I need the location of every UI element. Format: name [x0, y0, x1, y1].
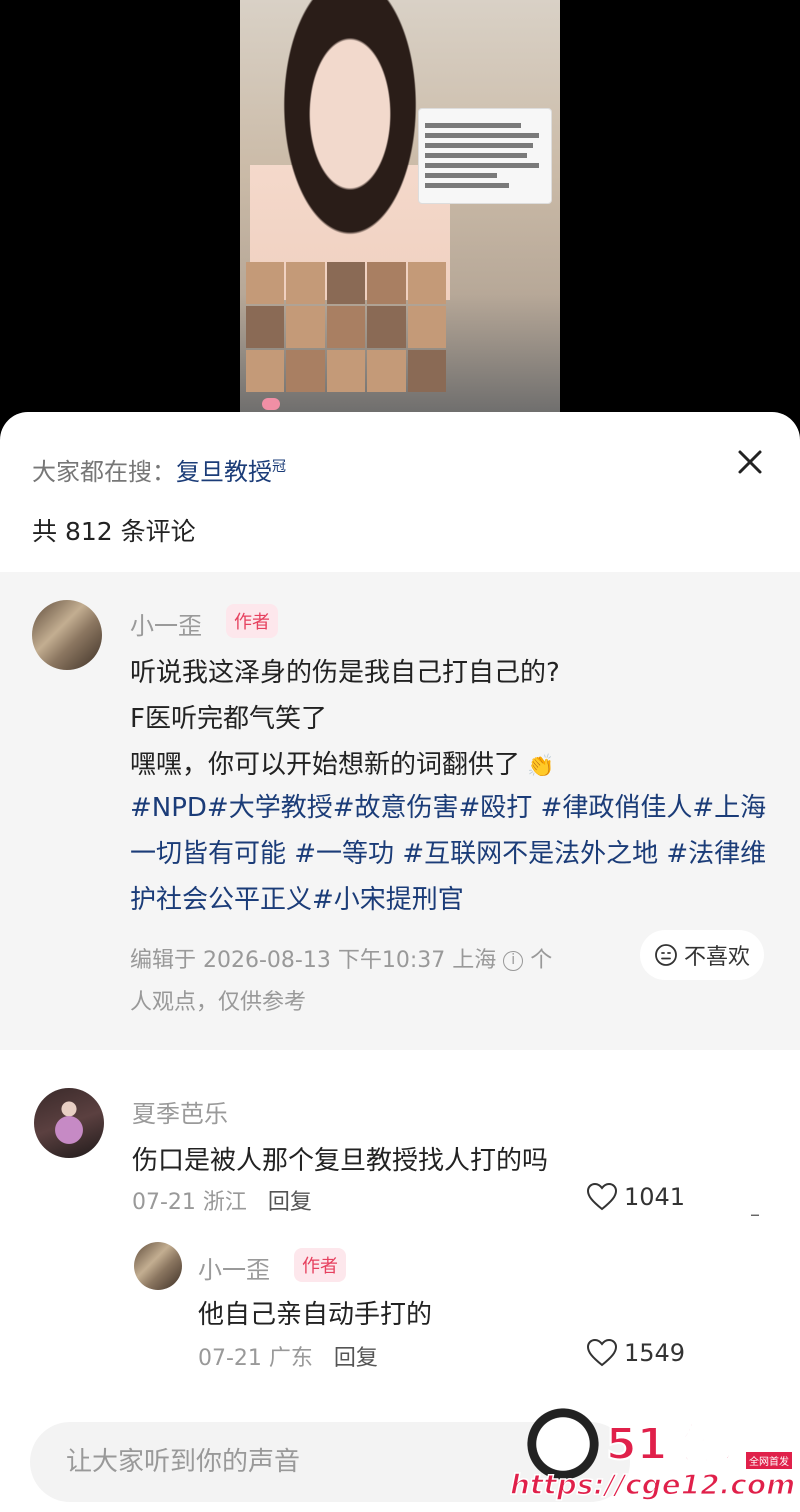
comment-meta: 07-21 浙江 回复: [132, 1184, 312, 1216]
video-player[interactable]: [0, 0, 800, 440]
author-badge: 作者: [226, 604, 278, 638]
watermark-title: 51吃瓜: [605, 1418, 756, 1471]
comment-text-line-2: F医听完都气笑了: [130, 704, 327, 734]
hands-emoji-icon: 👏: [520, 754, 555, 779]
site-watermark: 51吃瓜 全网首发 https://cge12.com: [509, 1400, 800, 1510]
reply-button[interactable]: 回复: [334, 1346, 378, 1371]
dislike-button[interactable]: 不喜欢: [640, 930, 765, 980]
info-icon[interactable]: i: [503, 951, 524, 971]
video-sms-screenshot: [418, 108, 552, 204]
comment-text-line-1: 听说我这泽身的伤是我自己打自己的?: [130, 658, 560, 688]
neutral-face-icon: [655, 944, 677, 966]
trending-search-prefix: 大家都在搜：: [32, 458, 176, 486]
watermark-subtitle: 全网首发: [746, 1452, 792, 1469]
comment-username[interactable]: 夏季芭乐: [132, 1094, 228, 1129]
like-count: 1549: [624, 1339, 686, 1367]
comment-username[interactable]: 小一歪: [130, 606, 202, 641]
comment-count: 共 812 条评论: [32, 517, 196, 546]
more-options-icon[interactable]: –: [740, 1200, 770, 1230]
avatar[interactable]: [34, 1088, 104, 1158]
video-frame: [240, 0, 560, 420]
reply-date-location: 07-21 广东: [198, 1346, 313, 1371]
dislike-label: 不喜欢: [684, 945, 751, 970]
avatar[interactable]: [134, 1242, 182, 1290]
search-icon: 冠: [272, 459, 286, 475]
record-indicator: [262, 398, 280, 410]
like-button[interactable]: 1041: [586, 1182, 685, 1212]
trending-search-hint[interactable]: 大家都在搜：复旦教授冠: [32, 452, 286, 487]
reply-button[interactable]: 回复: [268, 1190, 312, 1215]
reply-meta: 07-21 广东 回复: [198, 1340, 378, 1372]
comment-text: 伤口是被人那个复旦教授找人打的吗: [132, 1146, 549, 1176]
comments-sheet: 大家都在搜：复旦教授冠 共 812 条评论 小一歪 作者 听说我这泽身的伤是我自…: [0, 412, 800, 1512]
comment-hashtags[interactable]: #NPD#大学教授#故意伤害#殴打 #律政俏佳人#上海一切皆有可能 #一等功 #…: [130, 785, 770, 923]
reply-username[interactable]: 小一歪: [198, 1250, 270, 1285]
watermark-url: https://cge12.com: [509, 1467, 796, 1502]
heart-icon: [586, 1338, 618, 1367]
comment-text-line-3: 嘿嘿，你可以开始想新的词翻供了 👏: [130, 750, 555, 780]
video-photo-collage: [246, 262, 446, 392]
close-icon[interactable]: [730, 442, 770, 482]
comment-meta-line-1: 编辑于 2026-08-13 下午10:37 上海 i 个: [130, 948, 553, 973]
pinned-author-comment[interactable]: 小一歪 作者 听说我这泽身的伤是我自己打自己的? F医听完都气笑了 嘿嘿，你可以…: [0, 572, 800, 1050]
heart-icon: [586, 1182, 618, 1211]
comment-date-location: 07-21 浙江: [132, 1190, 247, 1215]
like-count: 1041: [624, 1183, 686, 1211]
avatar[interactable]: [32, 600, 102, 670]
reply-text: 他自己亲自动手打的: [198, 1300, 433, 1330]
author-badge: 作者: [294, 1248, 346, 1282]
trending-search-term[interactable]: 复旦教授: [176, 458, 272, 486]
like-button[interactable]: 1549: [586, 1338, 685, 1368]
comment-meta-line-2: 人观点，仅供参考: [130, 990, 307, 1015]
